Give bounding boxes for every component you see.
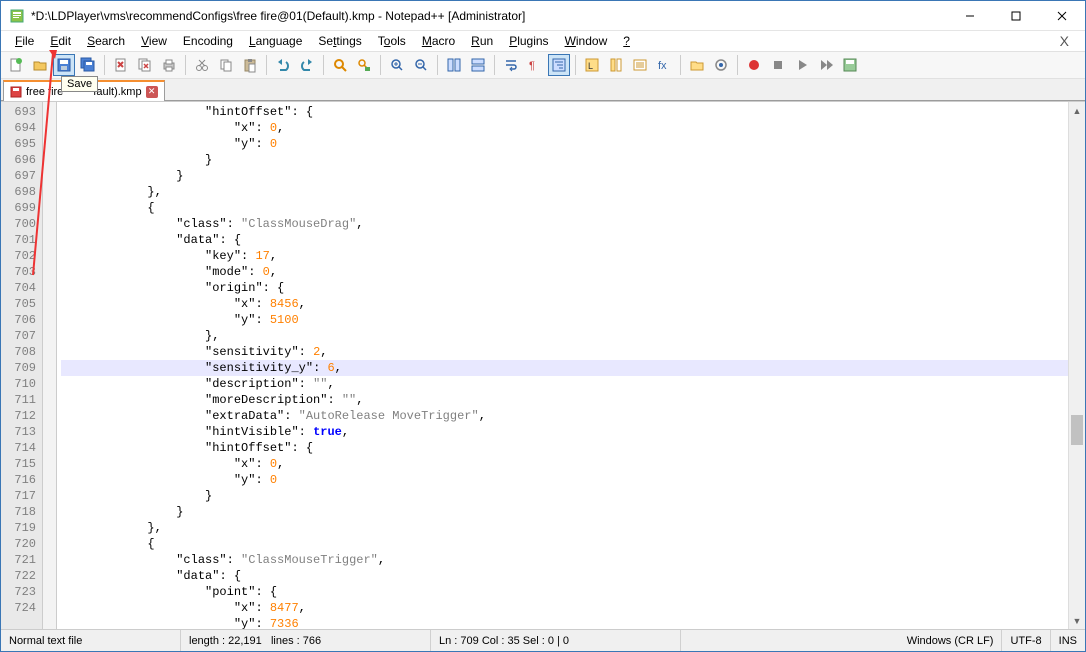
- sync-h-button[interactable]: [467, 54, 489, 76]
- status-position: Ln : 709 Col : 35 Sel : 0 | 0: [431, 630, 681, 651]
- indent-guide-button[interactable]: [548, 54, 570, 76]
- save-tooltip: Save: [61, 76, 98, 92]
- copy-button[interactable]: [215, 54, 237, 76]
- redo-button[interactable]: [296, 54, 318, 76]
- status-length: length : 22,191 lines : 766: [181, 630, 431, 651]
- zoom-out-button[interactable]: [410, 54, 432, 76]
- doc-list-button[interactable]: [629, 54, 651, 76]
- vertical-scrollbar[interactable]: ▲ ▼: [1068, 102, 1085, 629]
- ud-lang-button[interactable]: L: [581, 54, 603, 76]
- toolbar-sep: [104, 55, 105, 75]
- new-file-button[interactable]: [5, 54, 27, 76]
- code-area[interactable]: "hintOffset": { "x": 0, "y": 0 } } }, { …: [57, 102, 1068, 629]
- menu-edit[interactable]: Edit: [42, 32, 79, 50]
- tab-label-right: fault).kmp: [93, 86, 141, 98]
- toolbar-sep: [437, 55, 438, 75]
- editor: 6936946956966976986997007017027037047057…: [1, 101, 1085, 629]
- func-list-button[interactable]: fx: [653, 54, 675, 76]
- show-all-chars-button[interactable]: ¶: [524, 54, 546, 76]
- menu-file[interactable]: File: [7, 32, 42, 50]
- record-macro-button[interactable]: [743, 54, 765, 76]
- scroll-down-arrow[interactable]: ▼: [1069, 612, 1085, 629]
- toolbar-sep: [494, 55, 495, 75]
- paste-button[interactable]: [239, 54, 261, 76]
- doc-map-button[interactable]: [605, 54, 627, 76]
- monitor-button[interactable]: [710, 54, 732, 76]
- replace-button[interactable]: [353, 54, 375, 76]
- window-controls: [947, 1, 1085, 31]
- close-file-button[interactable]: [110, 54, 132, 76]
- close-button[interactable]: [1039, 1, 1085, 31]
- status-filetype: Normal text file: [1, 630, 181, 651]
- minimize-button[interactable]: [947, 1, 993, 31]
- toolbar-sep: [737, 55, 738, 75]
- tab-close-button[interactable]: ✕: [146, 86, 158, 98]
- stop-macro-button[interactable]: [767, 54, 789, 76]
- line-number-gutter: 6936946956966976986997007017027037047057…: [1, 102, 43, 629]
- menu-view[interactable]: View: [133, 32, 175, 50]
- menu-encoding[interactable]: Encoding: [175, 32, 241, 50]
- status-bar: Normal text file length : 22,191 lines :…: [1, 629, 1085, 651]
- close-all-button[interactable]: [134, 54, 156, 76]
- toolbar: ¶ L fx Save: [1, 51, 1085, 79]
- save-button[interactable]: [53, 54, 75, 76]
- menu-bar: File Edit Search View Encoding Language …: [1, 31, 1085, 51]
- print-button[interactable]: [158, 54, 180, 76]
- menu-help[interactable]: ?: [615, 32, 638, 50]
- play-multi-button[interactable]: [815, 54, 837, 76]
- zoom-in-button[interactable]: [386, 54, 408, 76]
- scroll-thumb[interactable]: [1071, 415, 1083, 445]
- folder-workspace-button[interactable]: [686, 54, 708, 76]
- toolbar-sep: [323, 55, 324, 75]
- menu-plugins[interactable]: Plugins: [501, 32, 556, 50]
- toolbar-sep: [185, 55, 186, 75]
- undo-button[interactable]: [272, 54, 294, 76]
- menu-window[interactable]: Window: [557, 32, 616, 50]
- toolbar-sep: [380, 55, 381, 75]
- status-eol: Windows (CR LF): [899, 630, 1003, 651]
- maximize-button[interactable]: [993, 1, 1039, 31]
- play-macro-button[interactable]: [791, 54, 813, 76]
- status-mode: INS: [1051, 630, 1085, 651]
- window-title: *D:\LDPlayer\vms\recommendConfigs\free f…: [31, 9, 947, 23]
- scroll-up-arrow[interactable]: ▲: [1069, 102, 1085, 119]
- file-modified-icon: [10, 86, 22, 98]
- tab-label-left: free fire: [26, 86, 63, 98]
- svg-text:¶: ¶: [529, 60, 535, 72]
- svg-text:fx: fx: [658, 60, 667, 72]
- svg-text:L: L: [588, 61, 593, 71]
- title-bar: *D:\LDPlayer\vms\recommendConfigs\free f…: [1, 1, 1085, 31]
- menu-close-x[interactable]: X: [1050, 33, 1079, 49]
- menu-language[interactable]: Language: [241, 32, 310, 50]
- menu-tools[interactable]: Tools: [370, 32, 414, 50]
- toolbar-sep: [575, 55, 576, 75]
- scroll-track[interactable]: [1069, 119, 1085, 612]
- toolbar-sep: [266, 55, 267, 75]
- open-file-button[interactable]: [29, 54, 51, 76]
- menu-run[interactable]: Run: [463, 32, 501, 50]
- save-macro-button[interactable]: [839, 54, 861, 76]
- fold-margin: [43, 102, 57, 629]
- status-encoding: UTF-8: [1002, 630, 1050, 651]
- menu-settings[interactable]: Settings: [310, 32, 369, 50]
- tab-bar: free fire xxxx fault).kmp ✕: [1, 79, 1085, 101]
- cut-button[interactable]: [191, 54, 213, 76]
- app-icon: [9, 8, 25, 24]
- menu-macro[interactable]: Macro: [414, 32, 463, 50]
- sync-v-button[interactable]: [443, 54, 465, 76]
- wordwrap-button[interactable]: [500, 54, 522, 76]
- menu-search[interactable]: Search: [79, 32, 133, 50]
- find-button[interactable]: [329, 54, 351, 76]
- toolbar-sep: [680, 55, 681, 75]
- save-all-button[interactable]: [77, 54, 99, 76]
